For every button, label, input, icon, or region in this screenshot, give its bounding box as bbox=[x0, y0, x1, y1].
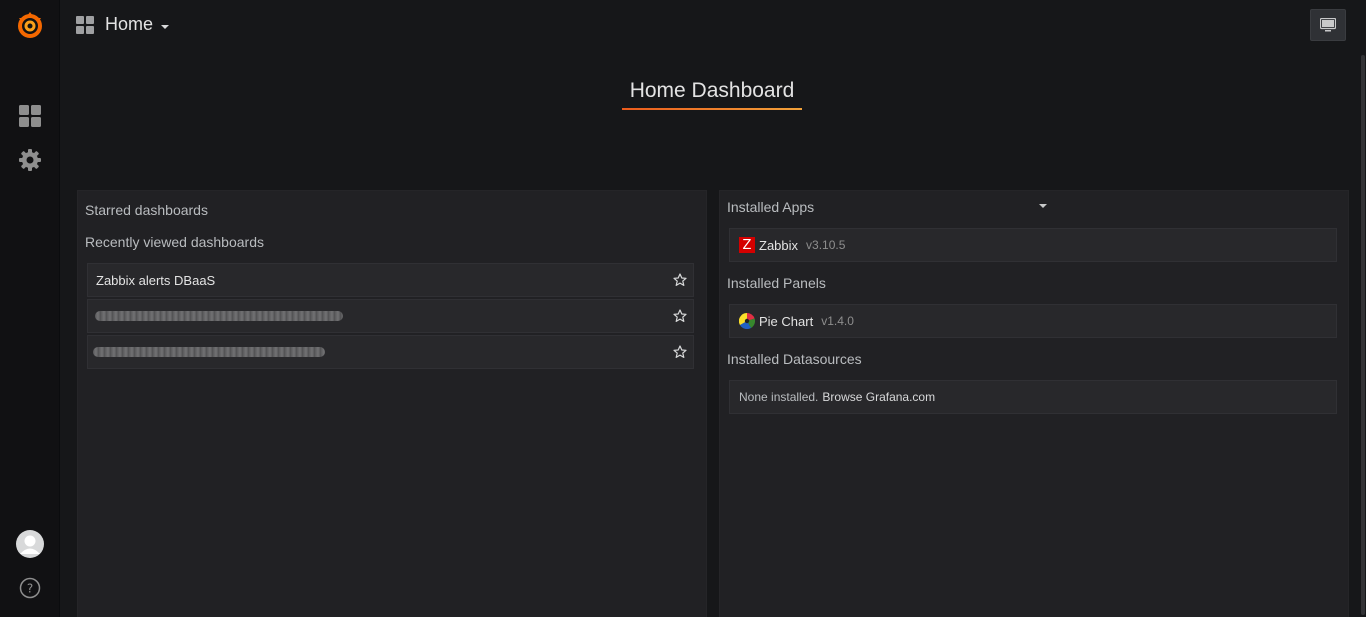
datasources-empty-row: None installed. Browse Grafana.com bbox=[729, 380, 1337, 414]
panel-version: v1.4.0 bbox=[821, 314, 854, 328]
redacted-dashboard-name bbox=[93, 347, 325, 357]
collapse-caret-icon[interactable] bbox=[1039, 204, 1047, 208]
help-icon[interactable]: ? bbox=[0, 572, 60, 604]
installed-apps-title: Installed Apps bbox=[727, 199, 815, 215]
gear-icon[interactable] bbox=[0, 144, 60, 176]
list-item[interactable] bbox=[87, 299, 694, 333]
panel-name: Pie Chart bbox=[759, 313, 814, 329]
avatar-icon[interactable] bbox=[0, 528, 60, 560]
list-item[interactable]: Zabbix alerts DBaaS bbox=[87, 263, 694, 297]
dashboard-name: Zabbix alerts DBaaS bbox=[96, 272, 216, 288]
redacted-dashboard-name bbox=[95, 311, 343, 321]
star-icon[interactable] bbox=[673, 309, 687, 323]
datasources-empty-text: None installed. bbox=[739, 390, 819, 404]
topbar: Home bbox=[60, 0, 1366, 50]
tv-mode-button[interactable] bbox=[1310, 9, 1346, 41]
app-version: v3.10.5 bbox=[806, 238, 846, 252]
dashboard-list-panel: Starred dashboards Recently viewed dashb… bbox=[77, 190, 707, 617]
zabbix-icon: Z bbox=[739, 237, 755, 253]
star-icon[interactable] bbox=[673, 273, 687, 287]
pie-chart-icon bbox=[739, 313, 755, 329]
list-item[interactable] bbox=[87, 335, 694, 369]
grafana-logo-icon[interactable] bbox=[0, 6, 60, 44]
chevron-down-icon bbox=[161, 24, 170, 29]
browse-grafana-link[interactable]: Browse Grafana.com bbox=[822, 390, 935, 404]
page-scrollbar[interactable] bbox=[1361, 55, 1365, 615]
plugin-list-panel: Installed Apps Z Zabbix v3.10.5 Installe… bbox=[719, 190, 1349, 617]
dashboard-picker[interactable]: Home bbox=[76, 14, 170, 35]
app-item-zabbix[interactable]: Z Zabbix v3.10.5 bbox=[729, 228, 1337, 262]
sidebar: ? bbox=[0, 0, 60, 617]
recent-dashboards-title: Recently viewed dashboards bbox=[85, 234, 264, 250]
dashboard-title: Home bbox=[105, 14, 154, 34]
installed-panels-title: Installed Panels bbox=[727, 275, 826, 291]
page-title: Home Dashboard bbox=[629, 79, 795, 102]
title-underline bbox=[622, 108, 802, 110]
star-icon[interactable] bbox=[673, 345, 687, 359]
installed-datasources-title: Installed Datasources bbox=[727, 351, 862, 367]
app-name: Zabbix bbox=[759, 237, 799, 253]
starred-dashboards-title: Starred dashboards bbox=[85, 202, 208, 218]
svg-text:?: ? bbox=[27, 582, 33, 596]
grid-icon bbox=[76, 15, 94, 34]
monitor-icon bbox=[1320, 18, 1336, 32]
dashboards-icon[interactable] bbox=[0, 100, 60, 132]
panel-item-pie-chart[interactable]: Pie Chart v1.4.0 bbox=[729, 304, 1337, 338]
